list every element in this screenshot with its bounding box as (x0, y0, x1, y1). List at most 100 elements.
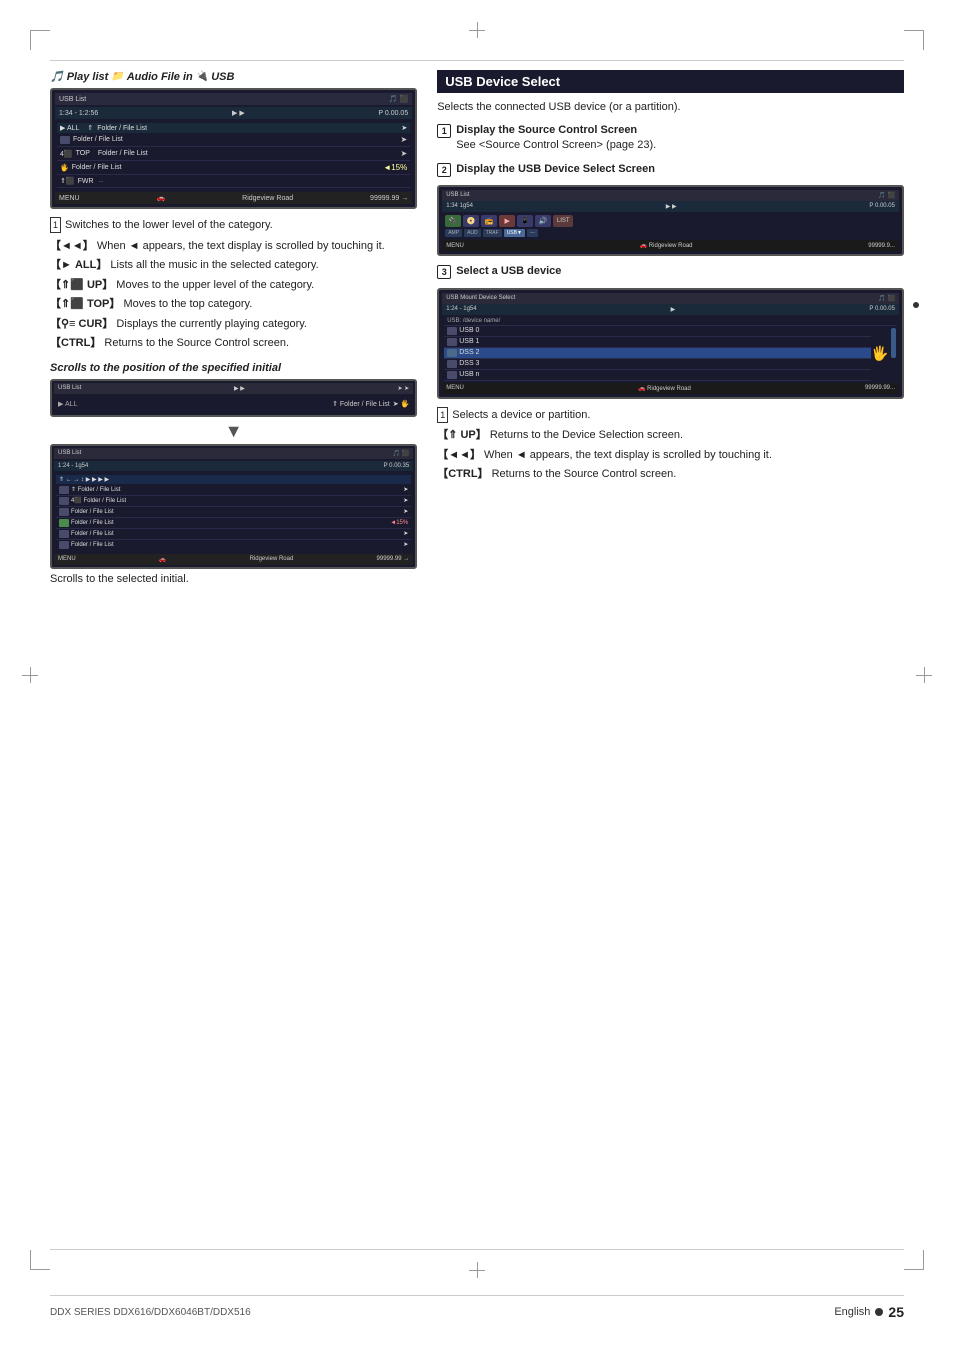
audio-file-icon: 📁 (111, 71, 123, 82)
step3-desc-3: 【◄◄】 When ◄ appears, the text display is… (437, 447, 904, 464)
screen-icons: 🎵 ⬛ (389, 95, 408, 103)
page-bullet (875, 1308, 883, 1316)
corner-mark-bl (30, 1250, 50, 1270)
step-2-text: Display the USB Device Select Screen (456, 162, 655, 177)
crosshair-left (22, 667, 38, 683)
main-layout: 🎵 Play list 📁 Audio File in 🔌 USB USB Li… (50, 70, 904, 585)
screen-menu-label: MENU (59, 195, 80, 202)
screen-car-icon: 🚗 (157, 194, 166, 202)
bottom-divider (50, 1249, 904, 1250)
corner-mark-tl (30, 30, 50, 50)
scroll-indicator: 🖐 (871, 326, 889, 381)
step-2-num: 2 (437, 163, 451, 177)
step-3: 3 Select a USB device (437, 264, 904, 279)
side-marker (913, 302, 919, 308)
screen-main-content: ▶ ALL ⇑ Folder / File List ➤ Folder / Fi… (55, 121, 412, 190)
desc-item-5: 【⇑⬛ TOP】 Moves to the top category. (50, 296, 417, 313)
usb-item-3: DSS 3 (444, 359, 871, 370)
step-3-bold: Select a USB device (456, 265, 561, 277)
top-divider (50, 60, 904, 61)
screen-time-bar: 1:34 - 1:2:56 ▶ ▶ P 0.00.05 (55, 107, 412, 119)
corner-mark-tr (904, 30, 924, 50)
screen-list-row-4: ⇑⬛ FWR ... (57, 175, 410, 188)
desc-item-1: 1 Switches to the lower level of the cat… (50, 217, 417, 235)
mount-device-list: USB 0 USB 1 DSS 2 (444, 326, 897, 381)
step-2-bold: Display the USB Device Select Screen (456, 163, 655, 175)
usb-device-select-screen: USB List 🎵 ⬛ 1:34 1g54 ▶ ▶ P 0.00.05 🔌 📀… (437, 185, 904, 256)
section-header: USB Device Select (437, 70, 904, 93)
page-footer: DDX SERIES DDX616/DDX6046BT/DDX516 Engli… (50, 1295, 904, 1320)
usb-item-1: USB 1 (444, 337, 871, 348)
scrolls-bottom-text: Scrolls to the selected initial. (50, 573, 417, 585)
scroll-screen-content-small: ▶ ALL ⇑ Folder / File List ➤ 🖐 (54, 396, 413, 413)
step-2: 2 Display the USB Device Select Screen (437, 162, 904, 177)
left-column: 🎵 Play list 📁 Audio File in 🔌 USB USB Li… (50, 70, 417, 585)
step-1: 1 Display the Source Control Screen See … (437, 123, 904, 154)
usb-item-2: DSS 2 (444, 348, 871, 359)
mount-device-list-col: USB 0 USB 1 DSS 2 (444, 326, 871, 381)
playlist-source: USB (211, 71, 234, 83)
scroll-down-arrow: ▼ (50, 421, 417, 442)
section-subtitle: Selects the connected USB device (or a p… (437, 101, 904, 113)
scroll-result-bottombar: MENU 🚗 Ridgeview Road 99999.99 → (54, 554, 413, 565)
step-1-num: 1 (437, 124, 451, 138)
crosshair-top (469, 22, 485, 38)
usb-item-n: USB n (444, 370, 871, 381)
step3-desc-2: 【⇑ UP】 Returns to the Device Selection s… (437, 427, 904, 444)
mount-screen-bottombar: MENU 🚗 Ridgeview Road 99999.99... (442, 383, 899, 394)
mount-screen-title: USB Mount Device Select (446, 295, 515, 302)
usb-screen-bottombar: MENU 🚗 Ridgeview Road 99999.9... (442, 240, 899, 251)
scroll-screen-after: USB List 🎵 ⬛ 1:24 - 1g54 P 0.00.35 ⇑ ← →… (50, 444, 417, 569)
screen-playback: ▶ ▶ (232, 109, 245, 117)
screen-list-row-2: 4⬛ TOP Folder / File List ➤ (57, 147, 410, 161)
playlist-header: 🎵 Play list 📁 Audio File in 🔌 USB (50, 70, 417, 83)
scroll-screen-topbar: USB List ▶ ▶ ➤ ➤ (54, 383, 413, 394)
page-content: 🎵 Play list 📁 Audio File in 🔌 USB USB Li… (50, 60, 904, 1250)
desc-item-4: 【⇑⬛ UP】 Moves to the upper level of the … (50, 277, 417, 294)
screen-time: 1:34 - 1:2:56 (59, 110, 98, 117)
desc-item-2: 【◄◄】 When ◄ appears, the text display is… (50, 238, 417, 255)
playlist-subheader: Audio File in (127, 71, 193, 83)
footer-model: DDX SERIES DDX616/DDX6046BT/DDX516 (50, 1307, 251, 1318)
footer-lang: English (834, 1306, 870, 1318)
scroll-result-content: ⇑ ← → ↕ ▶ ▶ ▶ ▶ ⇑ Folder / File List ➤ 4… (54, 473, 413, 552)
usb-screen-timebar: 1:34 1g54 ▶ ▶ P 0.00.05 (442, 201, 899, 212)
screen-song-title: Ridgeview Road (242, 195, 293, 202)
scroll-result-timebar: 1:24 - 1g54 P 0.00.35 (54, 461, 413, 471)
scroll-result-topbar: USB List 🎵 ⬛ (54, 448, 413, 459)
step3-desc-4: 【CTRL】 Returns to the Source Control scr… (437, 466, 904, 483)
scrolls-section: Scrolls to the position of the specified… (50, 362, 417, 585)
usb-item-0: USB 0 (444, 326, 871, 337)
usb-screen-icons-area: 🔌 📀 📻 ▶ 📱 🔊 LIST AMP AUD TRAF USB▼ --- (442, 212, 899, 240)
screen-list-row-1: Folder / File List ➤ (57, 133, 410, 147)
step3-desc-list: 1 Selects a device or partition. 【⇑ UP】 … (437, 407, 904, 483)
scrolls-title: Scrolls to the position of the specified… (50, 362, 417, 374)
scroll-screen-before: USB List ▶ ▶ ➤ ➤ ▶ ALL ⇑ Folder / File L… (50, 379, 417, 417)
step-3-text: Select a USB device (456, 264, 561, 279)
desc-item-3: 【► ALL】 Lists all the music in the selec… (50, 257, 417, 274)
play-icon: 🎵 (50, 70, 64, 83)
mount-screen-topbar: USB Mount Device Select 🎵 ⬛ (442, 293, 899, 304)
usb-mount-device-screen: USB Mount Device Select 🎵 ⬛ 1:24 - 1g54 … (437, 288, 904, 399)
screen-position: P 0.00.05 (378, 110, 408, 117)
corner-mark-br (904, 1250, 924, 1270)
playlist-title: Play list (67, 71, 109, 83)
right-column: USB Device Select Selects the connected … (437, 70, 904, 585)
screen-score: 99999.99 → (370, 195, 408, 202)
step3-desc-1: 1 Selects a device or partition. (437, 407, 904, 425)
usb-icon: 🔌 (196, 71, 208, 82)
usb-screen-topbar: USB List 🎵 ⬛ (442, 190, 899, 201)
page-number: 25 (888, 1304, 904, 1320)
desc-item-6: 【⚲≡ CUR】 Displays the currently playing … (50, 316, 417, 333)
scrollbar (889, 326, 897, 381)
screen-top-bar: USB List 🎵 ⬛ (55, 93, 412, 105)
step-1-text: Display the Source Control Screen See <S… (456, 123, 656, 154)
desc-item-7: 【CTRL】 Returns to the Source Control scr… (50, 335, 417, 352)
usb-list-screen: USB List 🎵 ⬛ 1:34 - 1:2:56 ▶ ▶ P 0.00.05… (50, 88, 417, 209)
mount-screen-content: USB: /device name/ USB 0 USB 1 (442, 315, 899, 383)
desc-text-1: Switches to the lower level of the categ… (65, 217, 273, 235)
crosshair-right (916, 667, 932, 683)
screen-label: USB List (59, 96, 86, 103)
screen-bottom-bar: MENU 🚗 Ridgeview Road 99999.99 → (55, 192, 412, 204)
crosshair-bottom (469, 1262, 485, 1278)
